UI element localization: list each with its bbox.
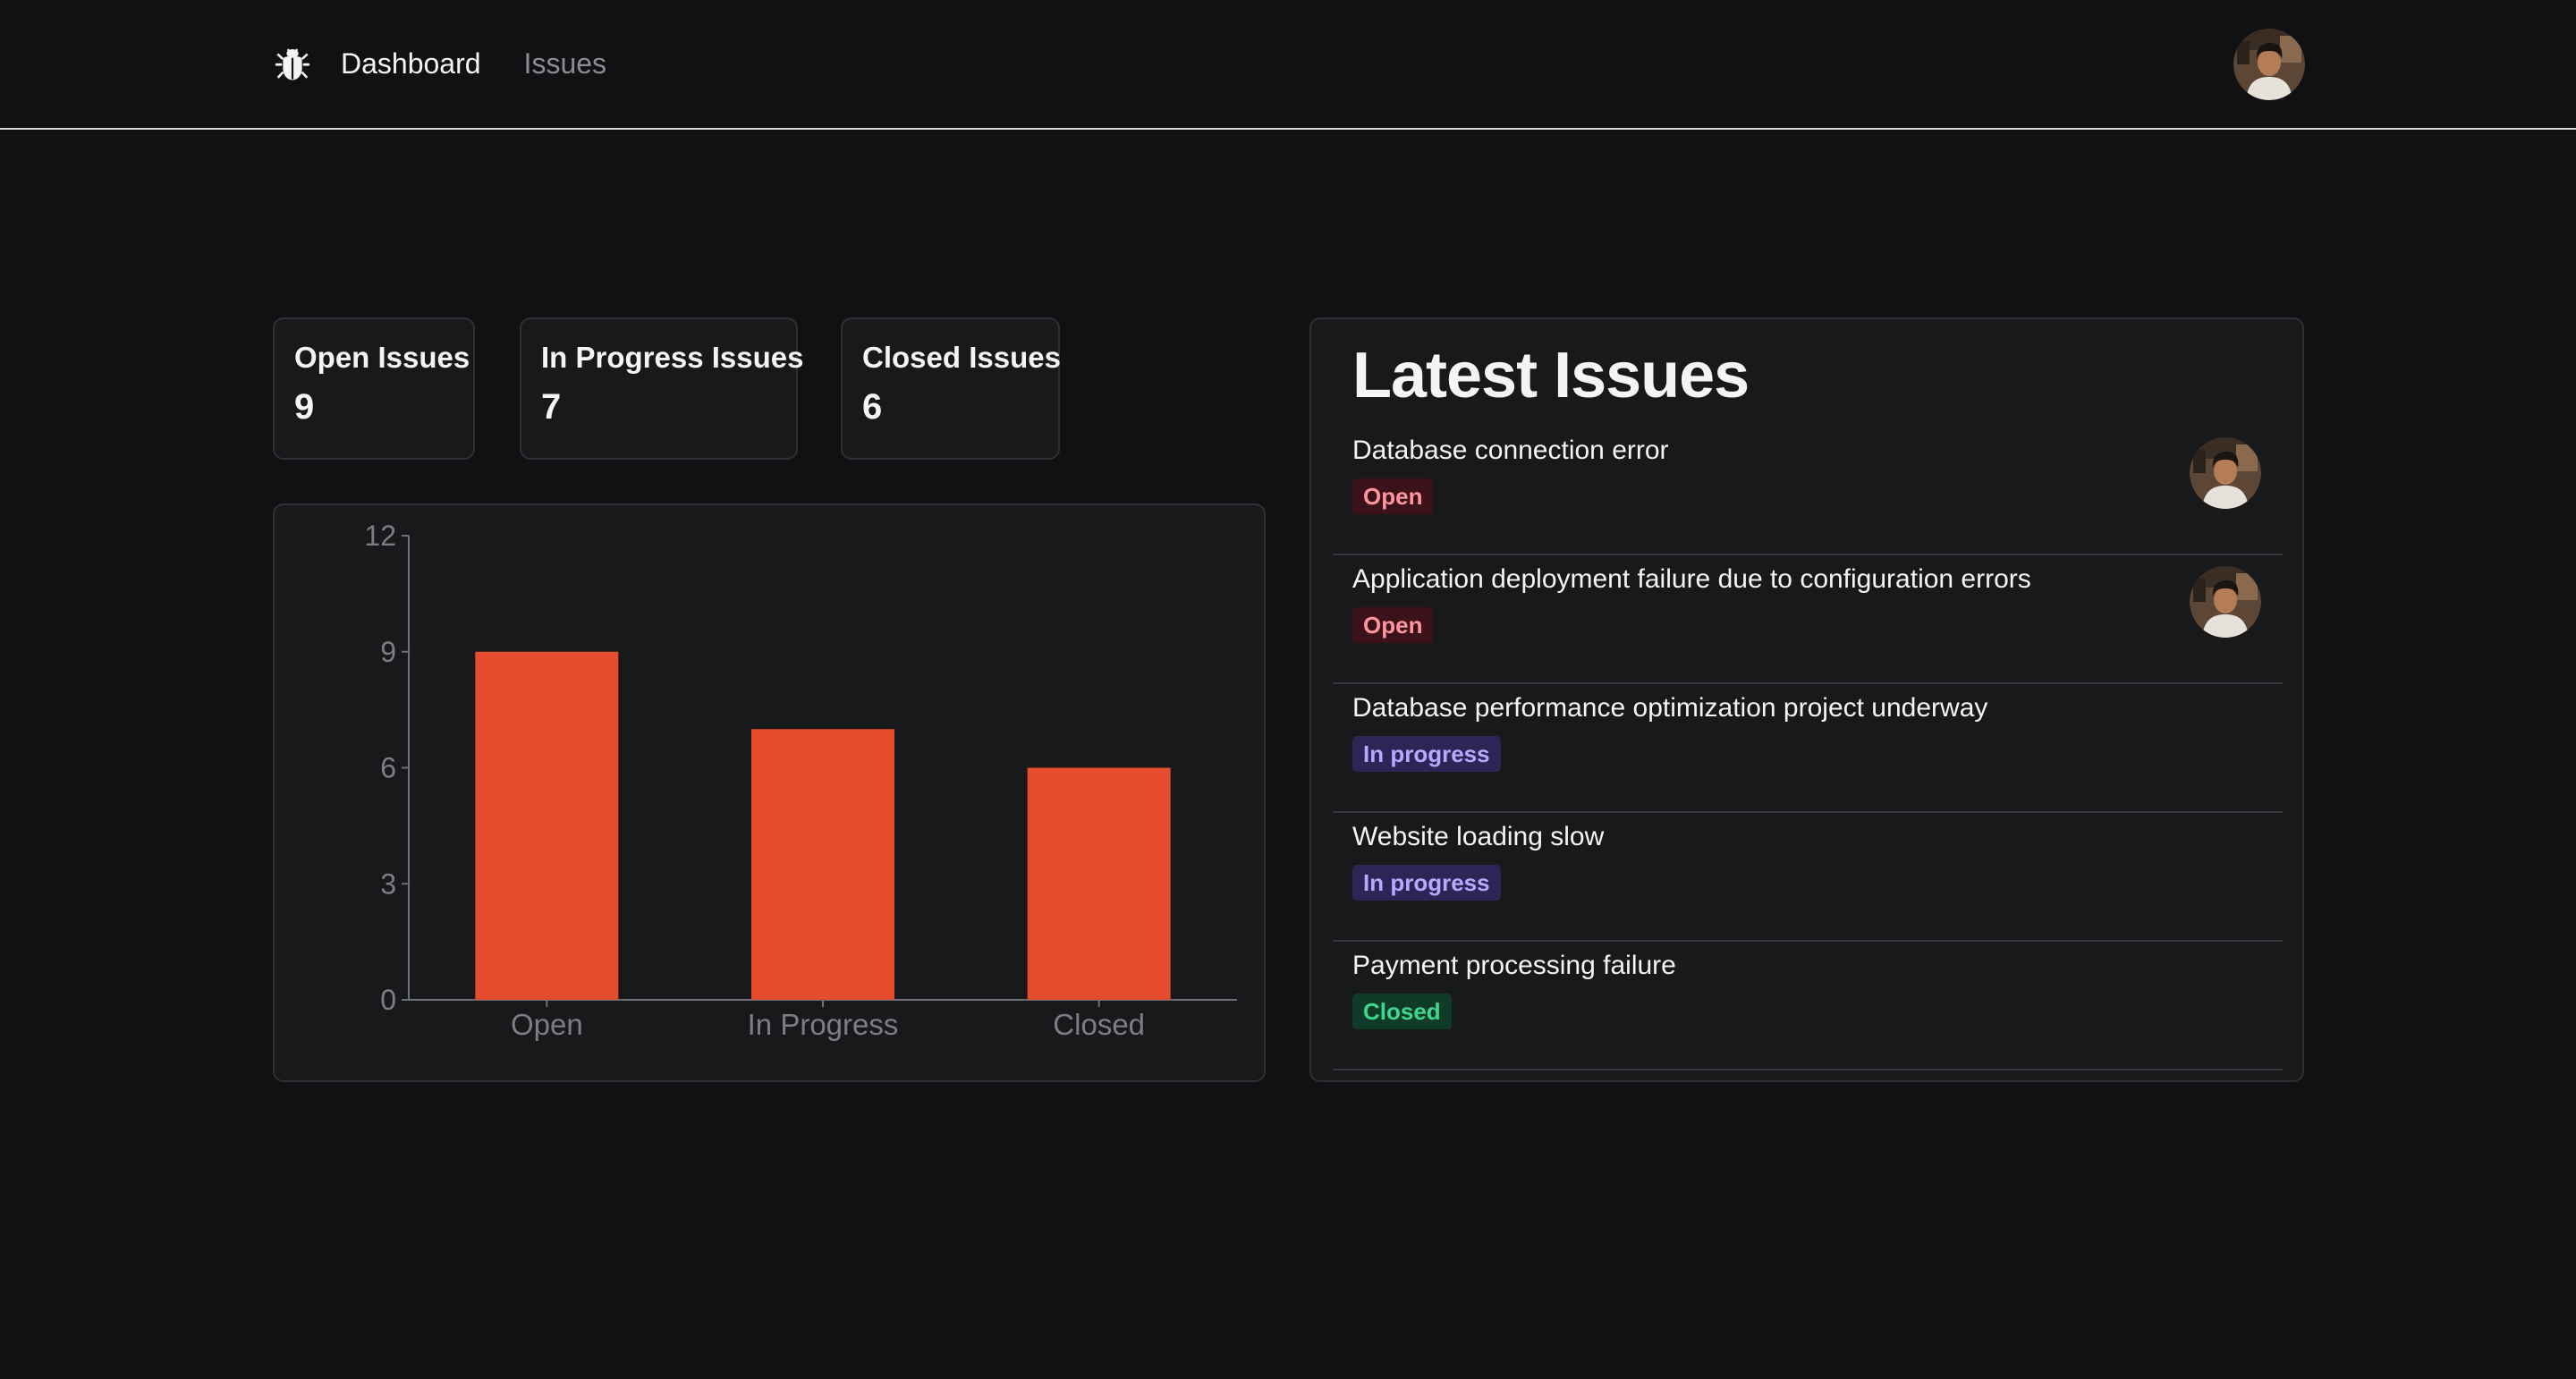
y-tick-label: 12 <box>364 520 396 552</box>
issue-title-link[interactable]: Database connection error <box>1352 436 1669 466</box>
x-tick-label: In Progress <box>748 1008 899 1041</box>
latest-issues-list: Database connection error Open Application… <box>1333 427 2283 1070</box>
y-tick-label: 6 <box>380 752 396 784</box>
y-tick-label: 3 <box>380 867 396 900</box>
stat-label: In Progress Issues <box>541 341 804 374</box>
latest-issues-card: Latest Issues Database connection error O… <box>1309 317 2304 1082</box>
bug-icon[interactable] <box>273 45 312 84</box>
assignee-avatar <box>2190 566 2261 638</box>
navbar: Dashboard Issues <box>0 0 2576 130</box>
bar-closed <box>1027 767 1171 1000</box>
status-badge: Open <box>1352 607 1434 643</box>
issue-row[interactable]: Payment processing failure Closed <box>1333 942 2283 1070</box>
navbar-inner: Dashboard Issues <box>273 0 2305 128</box>
y-tick-label: 0 <box>380 984 396 1016</box>
issue-title-link[interactable]: Website loading slow <box>1352 822 1604 852</box>
stat-label: Open Issues <box>294 341 470 374</box>
nav-link-dashboard[interactable]: Dashboard <box>341 47 481 80</box>
latest-issues-title: Latest Issues <box>1352 340 1750 411</box>
stat-value: 6 <box>862 387 883 427</box>
status-badge: Closed <box>1352 994 1452 1029</box>
issue-title-link[interactable]: Application deployment failure due to co… <box>1352 564 2031 595</box>
stat-value: 7 <box>541 387 562 427</box>
stat-value: 9 <box>294 387 315 427</box>
stat-card-in-progress[interactable]: In Progress Issues 7 <box>520 317 804 460</box>
bar-in-progress <box>751 729 894 1000</box>
issue-row[interactable]: Database performance optimization projec… <box>1333 684 2283 813</box>
user-avatar-button[interactable] <box>2233 28 2305 100</box>
y-tick-label: 9 <box>380 636 396 668</box>
stat-card-closed[interactable]: Closed Issues 6 <box>841 317 1061 460</box>
status-badge: In progress <box>1352 736 1501 772</box>
assignee-avatar <box>2190 437 2261 509</box>
status-badge: In progress <box>1352 865 1501 901</box>
stat-card-open[interactable]: Open Issues 9 <box>273 317 475 460</box>
issue-row[interactable]: Website loading slow In progress <box>1333 813 2283 942</box>
status-badge: Open <box>1352 478 1434 514</box>
issue-status-bar-chart: 0 3 6 9 12 Open In Progress Closed <box>364 520 1237 1041</box>
user-avatar <box>2233 28 2305 100</box>
x-tick-label: Open <box>511 1008 583 1041</box>
issue-row[interactable]: Application deployment failure due to co… <box>1333 555 2283 684</box>
issue-row[interactable]: Database connection error Open <box>1333 427 2283 555</box>
issue-title-link[interactable]: Payment processing failure <box>1352 951 1676 981</box>
issue-chart-card: 0 3 6 9 12 Open In Progress Closed <box>273 503 1266 1082</box>
bar-open <box>475 651 619 1000</box>
stat-label: Closed Issues <box>862 341 1061 374</box>
issue-title-link[interactable]: Database performance optimization projec… <box>1352 693 1987 723</box>
nav-link-issues[interactable]: Issues <box>524 47 606 80</box>
x-tick-label: Closed <box>1053 1008 1145 1041</box>
